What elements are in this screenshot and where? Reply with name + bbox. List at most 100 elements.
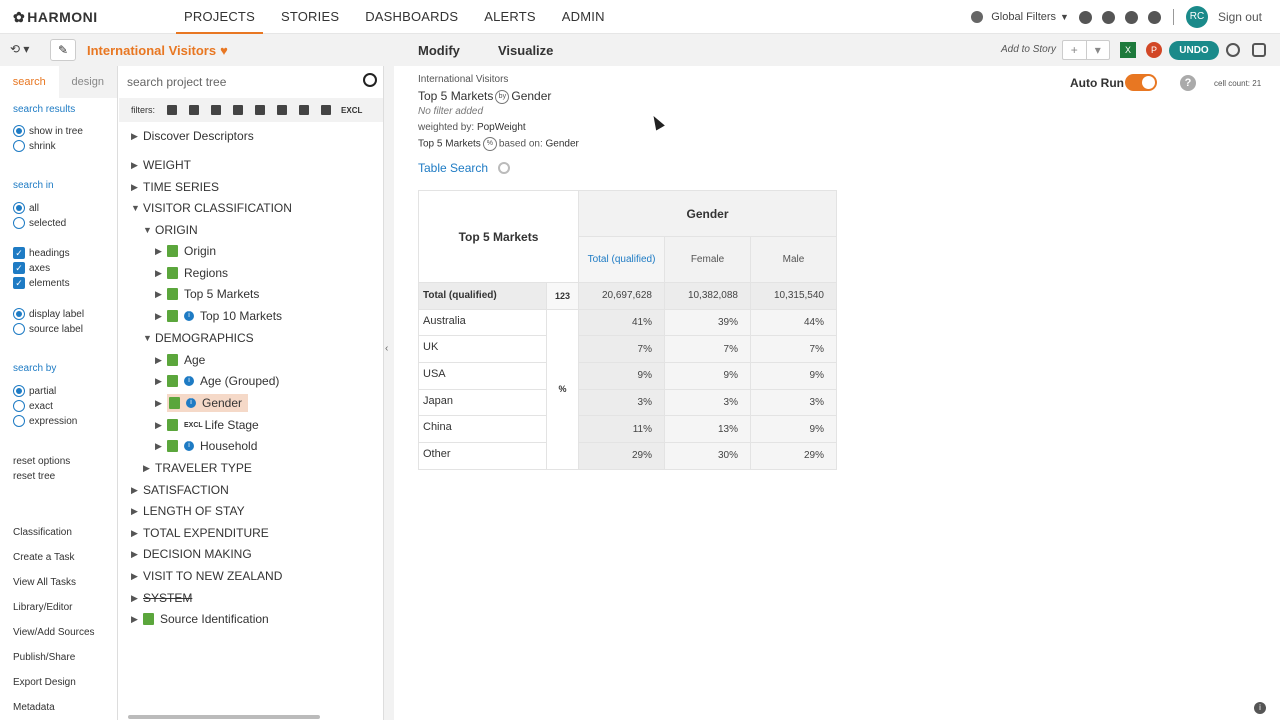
view-all-tasks-link[interactable]: View All Tasks	[13, 577, 76, 588]
tab-modify[interactable]: Modify	[418, 43, 460, 58]
tree-node-time-series[interactable]: ▶ TIME SERIES	[131, 178, 219, 196]
edit-button[interactable]: ✎	[50, 39, 76, 61]
nav-stories[interactable]: STORIES	[273, 0, 347, 34]
global-filters-dropdown[interactable]: Global Filters	[991, 11, 1056, 23]
tab-visualize[interactable]: Visualize	[498, 43, 553, 58]
row-label[interactable]: Other	[418, 442, 547, 470]
search-icon[interactable]	[498, 162, 510, 174]
column-header[interactable]: Male	[750, 236, 837, 283]
metadata-link[interactable]: Metadata	[13, 702, 55, 713]
column-icon[interactable]	[189, 105, 200, 115]
layout-icon[interactable]	[1252, 43, 1266, 57]
tree-node-source-id[interactable]: ▶ Source Identification	[131, 610, 269, 628]
refresh-icon[interactable]	[1226, 43, 1240, 57]
table-search-link[interactable]: Table Search	[418, 161, 488, 175]
nav-admin[interactable]: ADMIN	[554, 0, 613, 34]
nav-dashboards[interactable]: DASHBOARDS	[357, 0, 466, 34]
tree-node-decision-making[interactable]: ▶ DECISION MAKING	[131, 545, 252, 563]
tab-search[interactable]: search	[0, 66, 59, 98]
document-icon[interactable]	[255, 105, 266, 115]
tree-node-age[interactable]: ▶ Age	[155, 351, 205, 369]
tree-node-visitor-classification[interactable]: ▼ VISITOR CLASSIFICATION	[131, 199, 292, 217]
contrast-icon[interactable]	[1124, 10, 1138, 24]
tree-node-regions[interactable]: ▶ Regions	[155, 264, 228, 282]
eye-icon[interactable]	[299, 105, 310, 115]
column-header[interactable]: Total (qualified)	[578, 236, 665, 283]
elements-checkbox[interactable]: ✓ elements	[13, 277, 70, 289]
reset-options-link[interactable]: reset options	[13, 456, 70, 467]
expression-option[interactable]: expression	[13, 415, 77, 427]
tree-node-origin-group[interactable]: ▼ ORIGIN	[143, 221, 198, 239]
row-label[interactable]: UK	[418, 335, 547, 364]
classification-link[interactable]: Classification	[13, 527, 72, 538]
publish-share-link[interactable]: Publish/Share	[13, 652, 75, 663]
column-axis-header[interactable]: Gender	[578, 190, 837, 237]
weight-name[interactable]: PopWeight	[477, 122, 526, 133]
panel-divider[interactable]	[384, 34, 394, 720]
heart-icon[interactable]: ♥	[220, 43, 228, 58]
collapse-left-icon[interactable]: ‹	[385, 343, 388, 354]
search-in-all-option[interactable]: all	[13, 202, 39, 214]
shrink-option[interactable]: shrink	[13, 140, 56, 152]
row-axis-header[interactable]: Top 5 Markets	[418, 190, 579, 283]
create-task-link[interactable]: Create a Task	[13, 552, 75, 563]
history-icon[interactable]: ⟲ ▾	[10, 42, 29, 56]
display-label-option[interactable]: display label	[13, 308, 84, 320]
excl-filter[interactable]: EXCL	[341, 106, 362, 115]
info-icon[interactable]: i	[1254, 702, 1266, 714]
nav-alerts[interactable]: ALERTS	[476, 0, 544, 34]
row-label[interactable]: China	[418, 415, 547, 444]
powerpoint-export-icon[interactable]: P	[1146, 42, 1162, 58]
export-design-link[interactable]: Export Design	[13, 677, 76, 688]
tree-node-top10[interactable]: ▶ i Top 10 Markets	[155, 307, 282, 325]
exact-option[interactable]: exact	[13, 400, 53, 412]
tree-node-system[interactable]: ▶ SYSTEM	[131, 589, 192, 607]
table-icon[interactable]	[277, 105, 288, 115]
search-input[interactable]	[127, 72, 347, 92]
eye-off-icon[interactable]	[321, 105, 332, 115]
pin-icon[interactable]	[211, 105, 222, 115]
library-editor-link[interactable]: Library/Editor	[13, 602, 72, 613]
tree-node-weight[interactable]: ▶ WEIGHT	[131, 156, 191, 174]
auto-run-toggle[interactable]	[1125, 74, 1157, 91]
tree-node-traveler-type[interactable]: ▶ TRAVELER TYPE	[143, 459, 252, 477]
row-label[interactable]: USA	[418, 362, 547, 390]
tree-node-demographics[interactable]: ▼ DEMOGRAPHICS	[143, 329, 254, 347]
view-add-sources-link[interactable]: View/Add Sources	[13, 627, 95, 638]
search-icon[interactable]	[363, 73, 377, 87]
column-header[interactable]: Female	[664, 236, 751, 283]
based-on-name[interactable]: Gender	[546, 139, 579, 150]
row-label[interactable]: Total (qualified)	[418, 282, 547, 310]
tree-node-discover[interactable]: ▶ Discover Descriptors	[131, 127, 254, 145]
hierarchy-icon[interactable]	[233, 105, 244, 115]
undo-button[interactable]: UNDO	[1169, 41, 1219, 60]
tab-design[interactable]: design	[58, 66, 117, 98]
tree-node-life-stage[interactable]: ▶ EXCL Life Stage	[155, 416, 259, 434]
tree-node-satisfaction[interactable]: ▶ SATISFACTION	[131, 481, 229, 499]
tree-node-top5[interactable]: ▶ Top 5 Markets	[155, 285, 259, 303]
avatar[interactable]: RC	[1185, 6, 1208, 28]
horizontal-scrollbar[interactable]	[128, 715, 320, 719]
sign-out-link[interactable]: Sign out	[1218, 10, 1262, 24]
show-in-tree-option[interactable]: show in tree	[13, 125, 83, 137]
nav-projects[interactable]: PROJECTS	[176, 0, 263, 34]
row-label[interactable]: Japan	[418, 388, 547, 417]
search-in-selected-option[interactable]: selected	[13, 217, 66, 229]
tree-node-gender[interactable]: ▶ i Gender	[155, 394, 249, 412]
row-label[interactable]: Australia	[418, 308, 547, 337]
help-icon[interactable]: ?	[1180, 75, 1196, 91]
grid-icon[interactable]	[167, 105, 178, 115]
add-to-story-button[interactable]: + ▾	[1062, 40, 1110, 60]
tree-node-origin[interactable]: ▶ Origin	[155, 242, 216, 260]
tree-node-household[interactable]: ▶ i Household	[155, 437, 257, 455]
source-label-option[interactable]: source label	[13, 323, 83, 335]
axes-checkbox[interactable]: ✓ axes	[13, 262, 50, 274]
partial-option[interactable]: partial	[13, 385, 56, 397]
tree-node-visit-nz[interactable]: ▶ VISIT TO NEW ZEALAND	[131, 567, 282, 585]
tree-node-age-grouped[interactable]: ▶ i Age (Grouped)	[155, 372, 279, 390]
tree-node-length-of-stay[interactable]: ▶ LENGTH OF STAY	[131, 502, 245, 520]
brain-icon[interactable]	[1101, 10, 1115, 24]
headings-checkbox[interactable]: ✓ headings	[13, 247, 70, 259]
eye-icon[interactable]	[1078, 10, 1092, 24]
excel-export-icon[interactable]: X	[1120, 42, 1136, 58]
